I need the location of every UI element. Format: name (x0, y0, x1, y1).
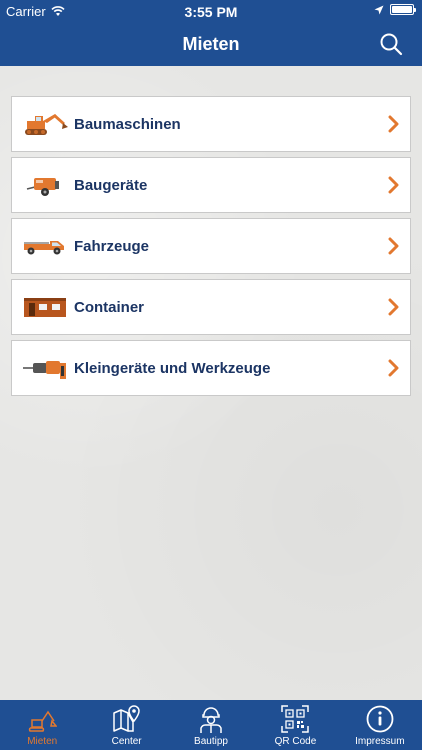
chevron-right-icon (388, 115, 399, 133)
category-label: Container (74, 298, 145, 316)
info-icon (366, 705, 394, 733)
tab-label: Impressum (355, 736, 405, 747)
category-item-kleingeraete[interactable]: Kleingeräte und Werkzeuge (11, 340, 411, 396)
battery-level (392, 6, 412, 13)
location-arrow-icon (374, 5, 384, 14)
tab-qr-code[interactable]: QR Code (253, 700, 337, 750)
chevron-right-icon (388, 298, 399, 316)
tab-label: QR Code (274, 736, 317, 747)
category-label: Baugeräte (74, 176, 148, 194)
pickup-truck-icon (20, 229, 70, 263)
tab-mieten[interactable]: Mieten (0, 700, 84, 750)
chevron-right-icon (388, 359, 399, 377)
category-item-baumaschinen[interactable]: Baumaschinen (11, 96, 411, 152)
drill-hammer-icon (20, 351, 70, 385)
excavator-icon (29, 710, 58, 732)
container-icon (20, 290, 70, 324)
tab-impressum[interactable]: Impressum (338, 700, 422, 750)
category-list: Baumaschinen Baugeräte Fahrzeuge Contain… (11, 96, 411, 401)
category-item-baugeraete[interactable]: Baugeräte (11, 157, 411, 213)
status-right (374, 4, 416, 15)
tab-bautipp[interactable]: Bautipp (169, 700, 253, 750)
map-pin-icon (112, 705, 140, 732)
page-title: Mieten (182, 34, 240, 54)
status-time: 3:55 PM (184, 4, 238, 20)
compressor-icon (20, 168, 70, 202)
battery-icon (390, 4, 416, 15)
tab-bar: Mieten Center Bautipp QR Code Impressum (0, 700, 422, 750)
tab-center[interactable]: Center (84, 700, 168, 750)
chevron-right-icon (388, 237, 399, 255)
search-icon[interactable] (378, 31, 404, 57)
category-item-container[interactable]: Container (11, 279, 411, 335)
tab-label: Bautipp (194, 736, 228, 747)
tab-label: Center (111, 736, 142, 747)
category-label: Kleingeräte und Werkzeuge (74, 359, 271, 377)
tab-label: Mieten (27, 736, 58, 747)
worker-icon (200, 707, 222, 733)
status-bar: Carrier 3:55 PM (0, 0, 422, 22)
navigation-bar: Mieten (0, 22, 422, 66)
qr-code-icon (281, 705, 310, 733)
content-area: Baumaschinen Baugeräte Fahrzeuge Contain… (0, 66, 422, 700)
chevron-right-icon (388, 176, 399, 194)
category-label: Baumaschinen (74, 115, 181, 133)
category-item-fahrzeuge[interactable]: Fahrzeuge (11, 218, 411, 274)
category-label: Fahrzeuge (74, 237, 150, 255)
excavator-icon (20, 107, 70, 141)
